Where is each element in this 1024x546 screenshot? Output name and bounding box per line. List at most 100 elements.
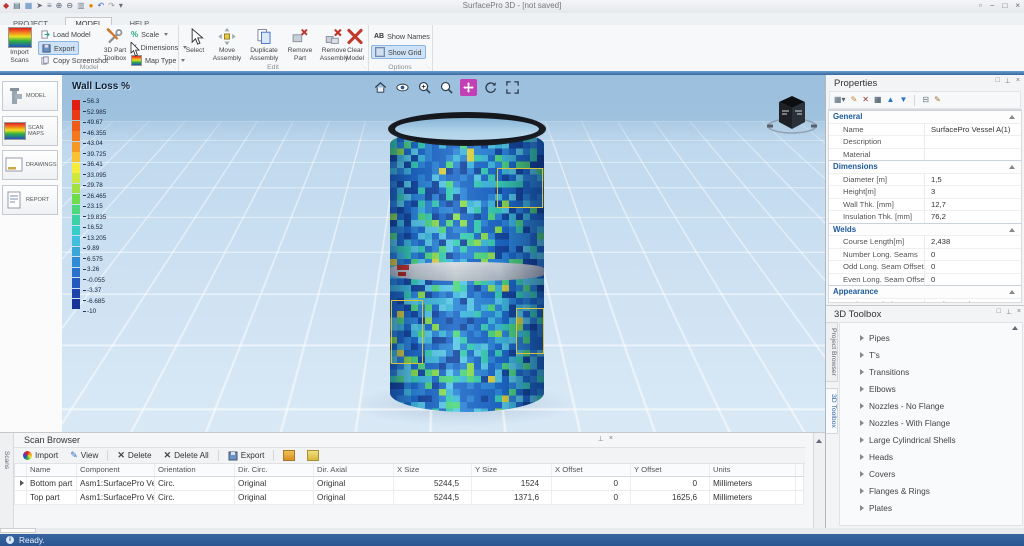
tab-project-browser[interactable]: Project Browser (826, 322, 838, 382)
scale-button[interactable]: % Scale (128, 28, 171, 40)
toolbox-item-ts[interactable]: T's (840, 346, 1022, 363)
column-header[interactable]: Dir. Circ. (235, 464, 314, 476)
add-property-icon[interactable]: ▦▾ (834, 94, 846, 106)
copy-table-button[interactable] (278, 449, 300, 462)
close-icon[interactable]: × (609, 435, 613, 443)
delete-button[interactable]: ✕ Delete (112, 449, 156, 462)
import-button[interactable]: Import (18, 449, 63, 462)
home-icon[interactable] (372, 79, 389, 96)
tab-scans[interactable]: Scans (3, 451, 10, 469)
legend-color-cell (72, 215, 80, 225)
table-view-icon[interactable]: ▦ (874, 94, 882, 106)
sidebar-item-drawings[interactable]: DRAWINGS (2, 150, 58, 180)
property-row: Course Length[m] 2,438 (829, 235, 1021, 248)
restore-panel-icon[interactable]: □ (997, 308, 1001, 316)
section-appearance[interactable]: Appearance (829, 285, 1021, 298)
dialog-launcher-icon[interactable]: ⋱ (361, 64, 366, 70)
toolbox-item-plates[interactable]: Plates (840, 499, 1022, 516)
pin-icon[interactable]: ⊥ (598, 435, 604, 443)
tab-3d-toolbox[interactable]: 3D Toolbox (826, 387, 838, 434)
delete-all-button[interactable]: ✕ Delete All (159, 449, 214, 462)
clear-model-button[interactable]: Clear Model (342, 27, 368, 67)
expand-icon (860, 402, 864, 409)
show-names-button[interactable]: AB Show Names (371, 30, 433, 42)
close-button[interactable]: × (1015, 0, 1020, 12)
toolbox-item-nozzles-with-flange[interactable]: Nozzles - With Flange (840, 414, 1022, 431)
eye-icon[interactable] (394, 79, 411, 96)
part-toolbox-button[interactable]: 3D Part Toolbox (98, 27, 132, 67)
toolbox-item-elbows[interactable]: Elbows (840, 380, 1022, 397)
toolbox-item-covers[interactable]: Covers (840, 465, 1022, 482)
column-header[interactable]: Dir. Axial (314, 464, 394, 476)
section-dimensions[interactable]: Dimensions (829, 160, 1021, 173)
property-row: Height[m] 3 (829, 185, 1021, 198)
show-grid-button[interactable]: Show Grid (371, 45, 426, 59)
import-scans-button[interactable]: Import Scans (3, 27, 36, 67)
zoom-window-icon[interactable] (416, 79, 433, 96)
delete-icon[interactable]: ✕ (862, 94, 869, 106)
sidebar-item-report[interactable]: REPORT (2, 185, 58, 215)
legend-color-cell (72, 100, 80, 110)
toolbox-item-heads[interactable]: Heads (840, 448, 1022, 465)
fit-view-icon[interactable] (504, 79, 521, 96)
select-button[interactable]: Select (181, 27, 209, 67)
column-header[interactable]: Y Size (472, 464, 552, 476)
legend-color-cell (72, 288, 80, 299)
notes-icon[interactable]: ✎ (934, 94, 941, 106)
close-icon[interactable]: × (1017, 308, 1021, 316)
duplicate-assembly-icon (257, 29, 271, 44)
measure-icon[interactable]: ⊟ (922, 94, 929, 106)
scan-browser-scrollbar[interactable] (813, 433, 825, 529)
section-general[interactable]: General (829, 110, 1021, 123)
window-style-icon[interactable]: ▫ (979, 0, 982, 12)
column-header[interactable]: X Size (394, 464, 472, 476)
legend-color-cell (72, 299, 80, 309)
toolbox-item-flanges-rings[interactable]: Flanges & Rings (840, 482, 1022, 499)
pan-icon[interactable] (460, 79, 477, 96)
table-row[interactable]: Bottom part Asm1:SurfacePro Vessel A(1) … (14, 477, 804, 491)
toolbox-item-large-cylindrical-shells[interactable]: Large Cylindrical Shells (840, 431, 1022, 448)
vessel-cylinder[interactable] (390, 129, 544, 412)
toolbox-item-pipes[interactable]: Pipes (840, 329, 1022, 346)
scrollbar-thumb[interactable] (0, 528, 36, 533)
restore-button[interactable]: □ (1002, 0, 1007, 12)
pin-icon[interactable]: ⊥ (1006, 308, 1012, 316)
toolbox-item-transitions[interactable]: Transitions (840, 363, 1022, 380)
section-welds[interactable]: Welds (829, 222, 1021, 235)
save-table-button[interactable] (302, 449, 324, 462)
close-icon[interactable]: × (1016, 77, 1020, 85)
viewport-3d-canvas[interactable]: Wall Loss % 56.3 52.985 49.67 46.355 43.… (62, 75, 825, 432)
move-up-icon[interactable]: ▲ (887, 94, 895, 106)
load-model-button[interactable]: Load Model (38, 28, 94, 40)
column-header[interactable]: Component (77, 464, 155, 476)
export-scan-button[interactable]: Export (223, 449, 270, 462)
rotate-icon[interactable] (482, 79, 499, 96)
toolbox-list: Pipes T's Transitions Elbows Nozzles - N… (839, 322, 1023, 526)
edit-icon[interactable]: ✎ (851, 94, 858, 106)
column-header[interactable]: X Offset (552, 464, 631, 476)
orientation-cube[interactable] (766, 95, 818, 137)
view-button[interactable]: ✎ View (65, 449, 103, 462)
table-row[interactable]: Top part Asm1:SurfacePro Vessel A(1) Cir… (14, 491, 804, 505)
dialog-launcher-icon[interactable]: ⋱ (425, 64, 430, 70)
move-assembly-button[interactable]: Move Assembly (211, 27, 243, 67)
minimize-button[interactable]: − (990, 0, 995, 12)
scroll-up-icon[interactable] (1012, 326, 1018, 330)
pin-icon[interactable]: ⊥ (1005, 77, 1011, 85)
column-header[interactable]: Units (710, 464, 796, 476)
column-header[interactable]: Name (27, 464, 77, 476)
move-down-icon[interactable]: ▼ (899, 94, 907, 106)
scroll-up-icon[interactable] (816, 439, 822, 443)
restore-panel-icon[interactable]: □ (996, 77, 1000, 85)
toolbox-item-nozzles-no-flange[interactable]: Nozzles - No Flange (840, 397, 1022, 414)
column-header[interactable]: Orientation (155, 464, 235, 476)
sidebar-item-scan-maps[interactable]: SCAN MAPS (2, 116, 58, 146)
properties-toolbar: ▦▾ ✎ ✕ ▦ ▲ ▼ ⊟ ✎ (829, 91, 1021, 109)
export-button[interactable]: Export (38, 41, 79, 55)
column-header[interactable]: Y Offset (631, 464, 710, 476)
sidebar-item-model[interactable]: MODEL (2, 81, 58, 111)
remove-part-button[interactable]: Remove Part (285, 27, 315, 67)
zoom-icon[interactable] (438, 79, 455, 96)
dialog-launcher-icon[interactable]: ⋱ (171, 64, 176, 70)
duplicate-assembly-button[interactable]: Duplicate Assembly (245, 27, 283, 67)
